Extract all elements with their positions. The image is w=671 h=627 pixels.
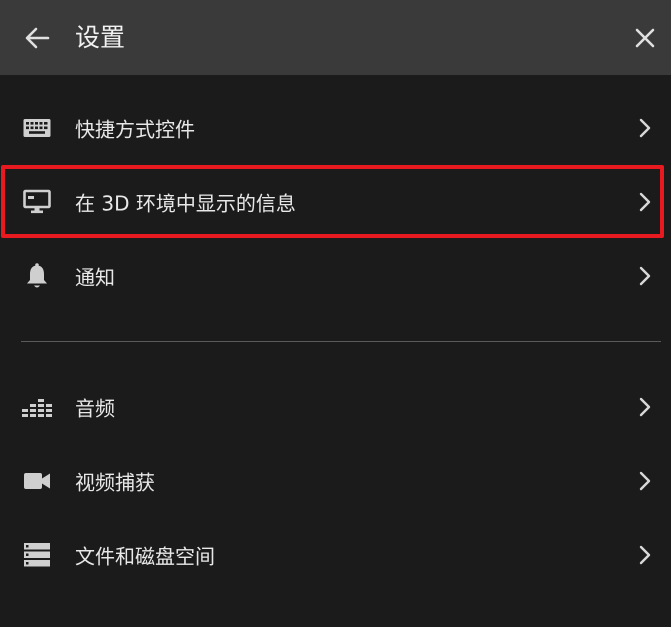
- chevron-right-icon: [634, 396, 656, 418]
- menu-item-files-disk-space[interactable]: 文件和磁盘空间: [0, 519, 671, 591]
- chevron-right-icon: [634, 470, 656, 492]
- chevron-right-icon: [634, 544, 656, 566]
- close-button[interactable]: [626, 19, 664, 57]
- menu-item-label: 在 3D 环境中显示的信息: [75, 191, 296, 216]
- back-button[interactable]: [20, 20, 54, 56]
- arrow-left-icon: [25, 27, 50, 49]
- menu-item-label: 音频: [75, 396, 115, 421]
- bell-icon: [22, 261, 52, 291]
- video-camera-icon: [22, 466, 52, 496]
- monitor-icon: [22, 187, 52, 217]
- menu-item-label: 视频捕获: [75, 470, 155, 495]
- menu-item-video-capture[interactable]: 视频捕获: [0, 445, 671, 517]
- close-icon: [635, 28, 655, 48]
- section-divider: [21, 341, 661, 342]
- menu-item-shortcut-controls[interactable]: 快捷方式控件: [0, 92, 671, 164]
- menu-item-label: 文件和磁盘空间: [75, 544, 215, 569]
- settings-panel: 设置 快捷方式控件 在 3D 环境中显示的信息 通知 音频 视频捕获 文件和磁盘…: [0, 0, 671, 627]
- chevron-right-icon: [634, 191, 656, 213]
- chevron-right-icon: [634, 265, 656, 287]
- menu-item-3d-display-info[interactable]: 在 3D 环境中显示的信息: [0, 166, 671, 238]
- page-title: 设置: [75, 23, 126, 52]
- storage-icon: [22, 540, 52, 570]
- menu-item-label: 通知: [75, 265, 115, 290]
- menu-item-notifications[interactable]: 通知: [0, 240, 671, 312]
- menu-item-label: 快捷方式控件: [75, 117, 195, 142]
- keyboard-icon: [22, 113, 52, 143]
- chevron-right-icon: [634, 117, 656, 139]
- menu-item-audio[interactable]: 音频: [0, 371, 671, 443]
- settings-header: 设置: [0, 0, 671, 75]
- audio-equalizer-icon: [22, 392, 52, 422]
